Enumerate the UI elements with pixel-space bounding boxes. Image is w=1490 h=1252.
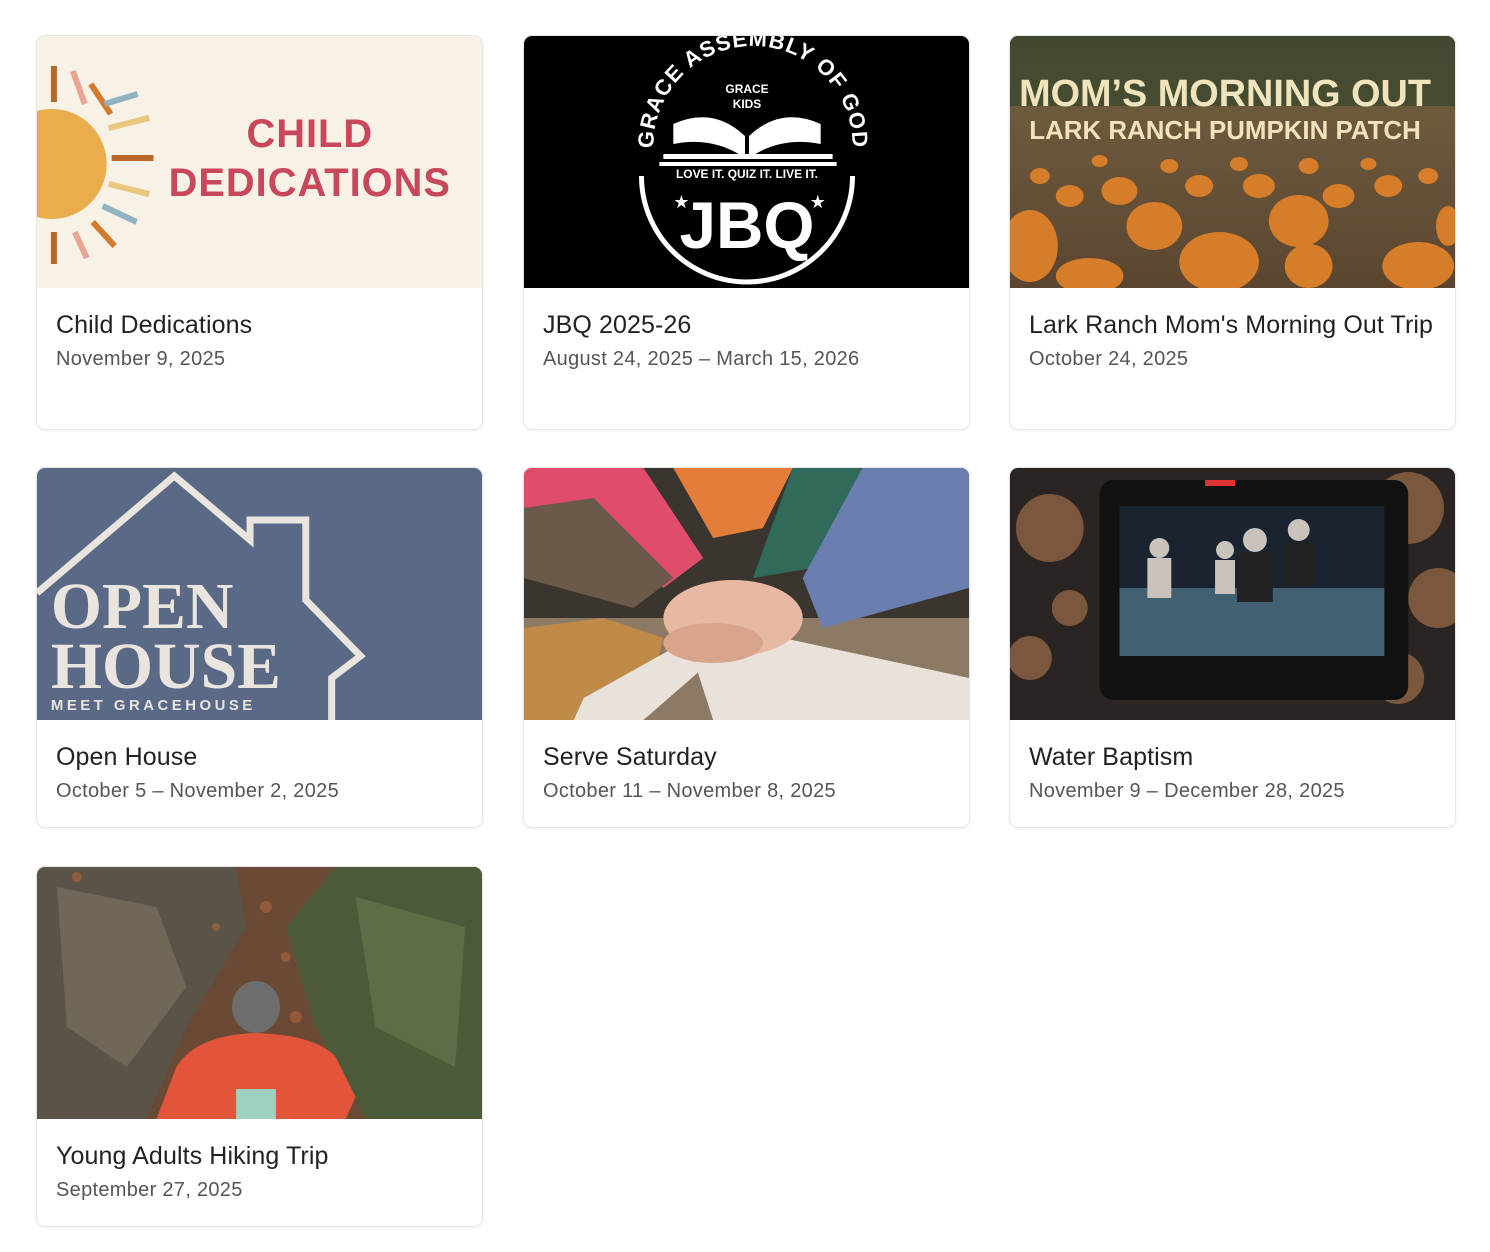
event-title[interactable]: Lark Ranch Mom's Morning Out Trip xyxy=(1029,308,1436,342)
logo-text: JBQ xyxy=(679,188,814,262)
event-card[interactable]: MOM’S MORNING OUT LARK RANCH PUMPKIN PAT… xyxy=(1009,35,1456,430)
event-date: October 11 – November 8, 2025 xyxy=(543,780,836,802)
event-date: September 27, 2025 xyxy=(56,1179,243,1201)
event-image[interactable] xyxy=(1010,468,1455,720)
event-title[interactable]: Open House xyxy=(56,740,463,774)
event-title[interactable]: Water Baptism xyxy=(1029,740,1436,774)
event-date: November 9 – December 28, 2025 xyxy=(1029,780,1345,802)
event-title[interactable]: Child Dedications xyxy=(56,308,463,342)
event-image[interactable]: MOM’S MORNING OUT LARK RANCH PUMPKIN PAT… xyxy=(1010,36,1455,288)
event-image[interactable] xyxy=(524,468,969,720)
event-image[interactable]: GRACE ASSEMBLY OF GOD GRACE KIDS LOVE IT… xyxy=(524,36,969,288)
event-date: November 9, 2025 xyxy=(56,348,226,370)
image-text-line: DEDICATIONS xyxy=(169,161,451,205)
event-card[interactable]: Young Adults Hiking Trip September 27, 2… xyxy=(36,866,483,1227)
logo-text: KIDS xyxy=(733,97,762,111)
event-date: October 5 – November 2, 2025 xyxy=(56,780,339,802)
image-text-line: MEET GRACEHOUSE xyxy=(51,697,256,714)
image-text-line: CHILD xyxy=(246,112,373,156)
event-image[interactable]: OPEN HOUSE MEET GRACEHOUSE xyxy=(37,468,482,720)
logo-text: LOVE IT. QUIZ IT. LIVE IT. xyxy=(676,167,818,181)
logo-text: GRACE xyxy=(725,82,768,96)
event-card[interactable]: Water Baptism November 9 – December 28, … xyxy=(1009,467,1456,828)
event-date: October 24, 2025 xyxy=(1029,348,1189,370)
svg-text:★: ★ xyxy=(673,192,689,213)
event-date: August 24, 2025 – March 15, 2026 xyxy=(543,348,860,370)
event-card[interactable]: OPEN HOUSE MEET GRACEHOUSE Open House Oc… xyxy=(36,467,483,828)
event-title[interactable]: JBQ 2025-26 xyxy=(543,308,950,342)
svg-text:★: ★ xyxy=(810,192,826,213)
event-card[interactable]: GRACE ASSEMBLY OF GOD GRACE KIDS LOVE IT… xyxy=(523,35,970,430)
event-image[interactable]: CHILD DEDICATIONS xyxy=(37,36,482,288)
event-card[interactable]: Serve Saturday October 11 – November 8, … xyxy=(523,467,970,828)
image-text-line: HOUSE xyxy=(51,630,281,703)
image-text-line: LARK RANCH PUMPKIN PATCH xyxy=(1029,117,1421,145)
event-title[interactable]: Young Adults Hiking Trip xyxy=(56,1139,463,1173)
event-image[interactable] xyxy=(37,867,482,1119)
image-text-line: MOM’S MORNING OUT xyxy=(1019,73,1431,115)
event-card[interactable]: CHILD DEDICATIONS Child Dedications Nove… xyxy=(36,35,483,430)
event-title[interactable]: Serve Saturday xyxy=(543,740,950,774)
